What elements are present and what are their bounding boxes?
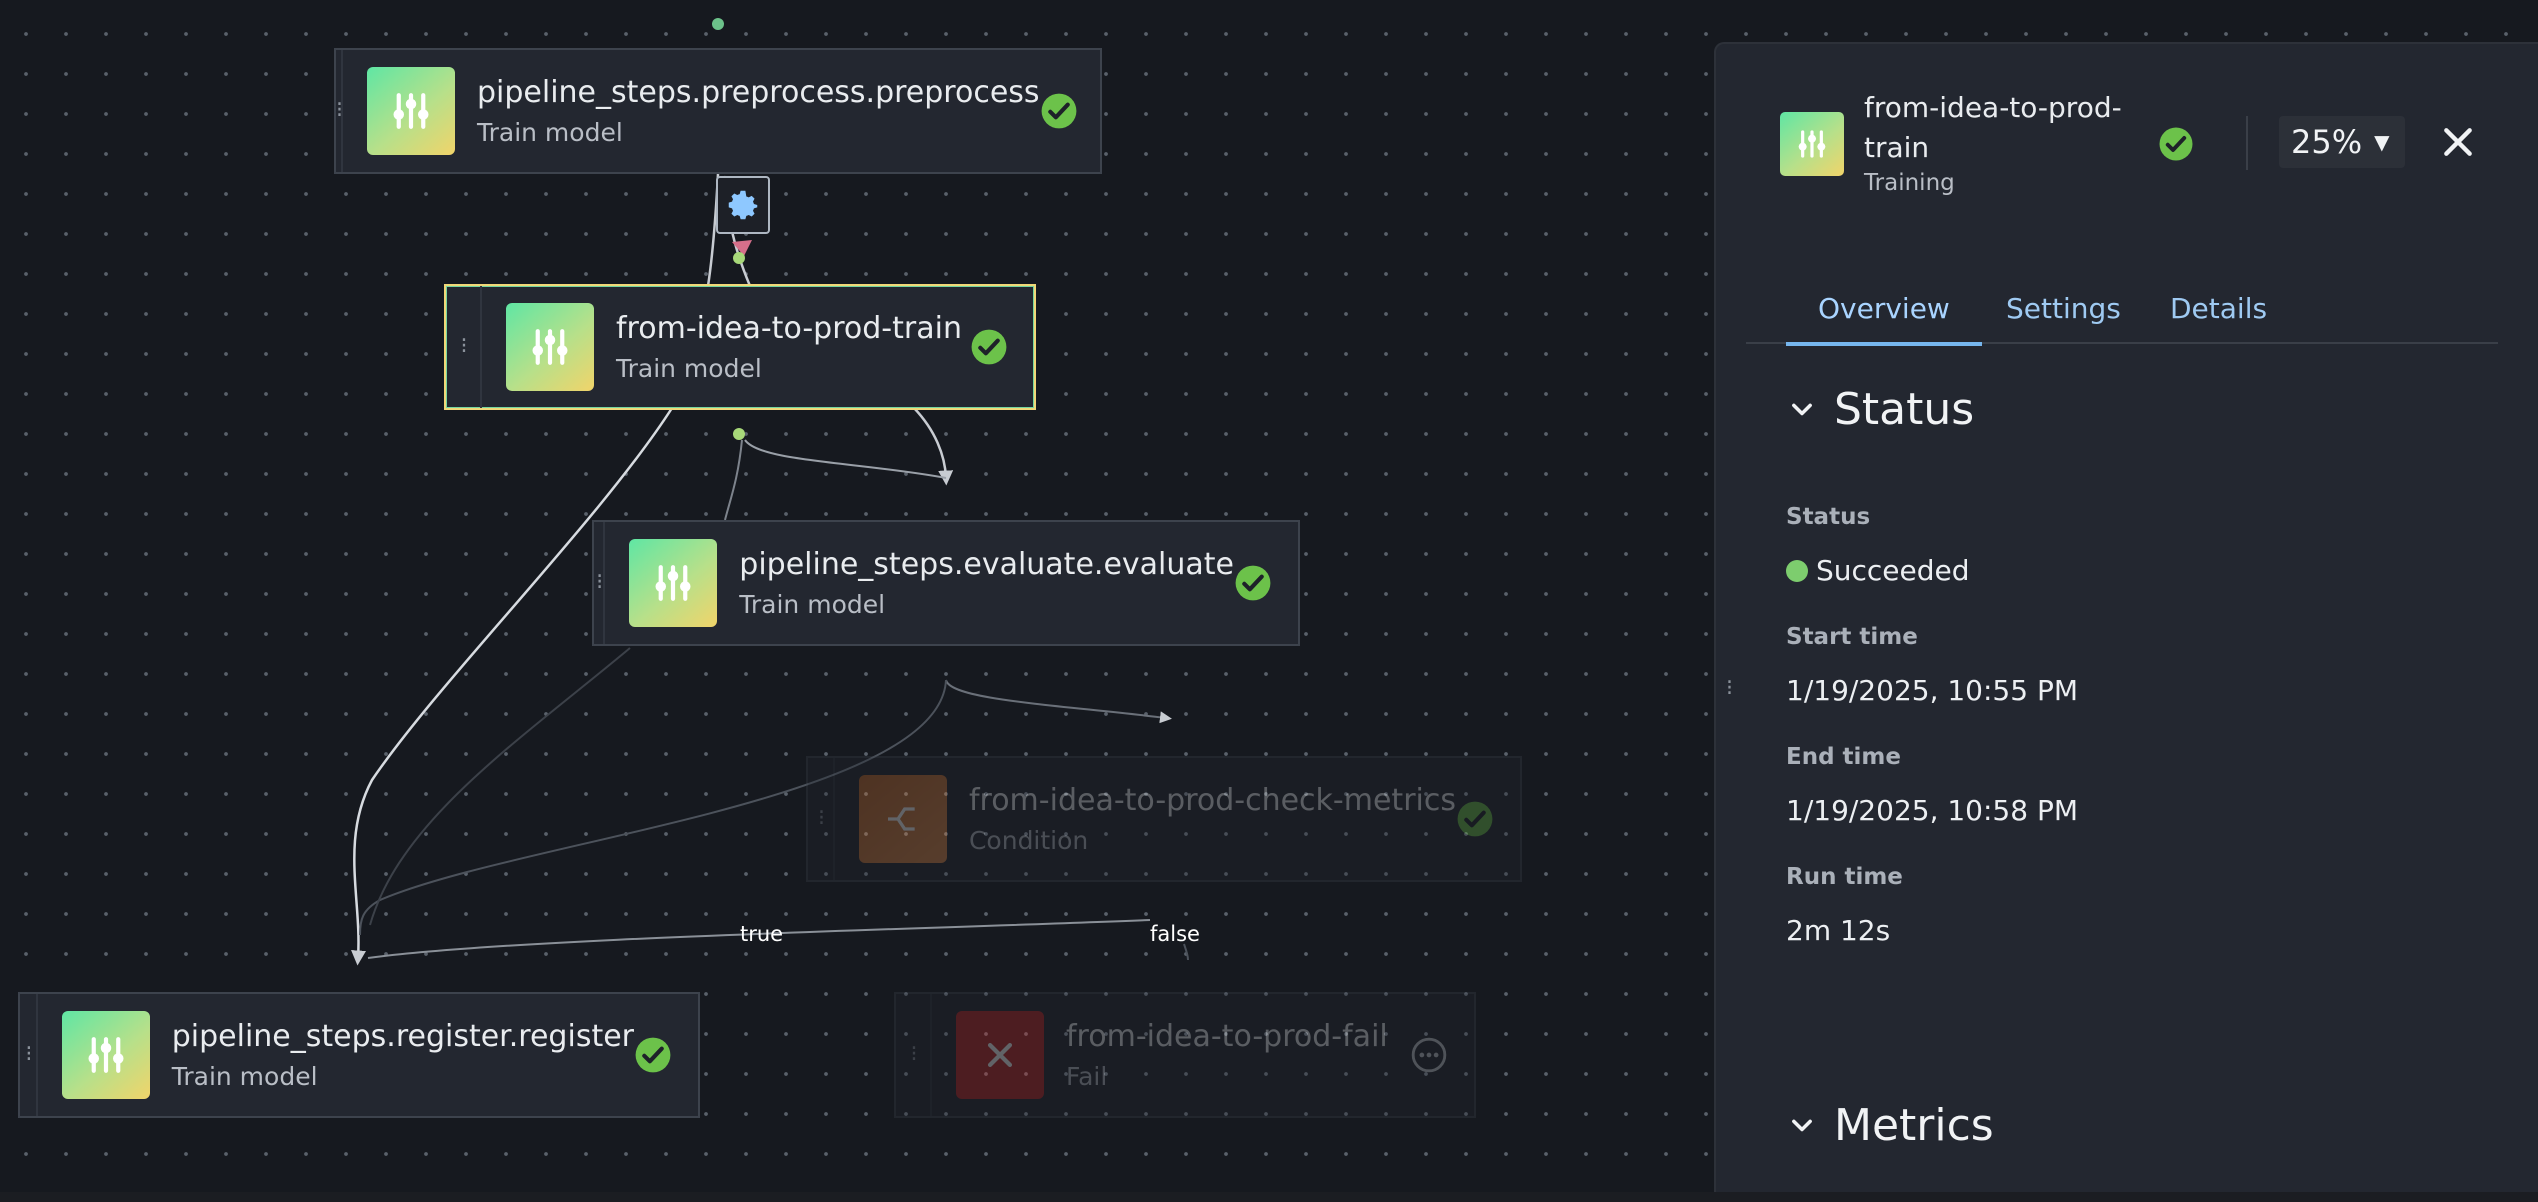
close-icon[interactable]: [2438, 122, 2478, 162]
drag-handle[interactable]: ⁝: [808, 758, 835, 880]
sliders-icon: [1780, 112, 1844, 176]
panel-tabs: Overview Settings Details: [1746, 264, 2498, 346]
panel-title: from-idea-to-prod-train: [1864, 91, 2122, 164]
pipeline-step-node[interactable]: ⁝ pipeline_steps.evaluate.evaluate Train…: [592, 520, 1300, 646]
chevron-down-icon: [1792, 403, 1812, 415]
zoom-select[interactable]: 25% ▼: [2279, 116, 2405, 168]
check-circle-icon: [1235, 565, 1271, 601]
panel-resize-handle[interactable]: ⁝: [1726, 678, 1733, 700]
metrics-section-heading: Metrics: [1834, 1100, 1994, 1151]
edge-handle-gear: [733, 252, 745, 264]
sliders-icon: [629, 539, 718, 627]
status-section-toggle[interactable]: Status: [1788, 384, 1974, 435]
check-circle-icon: [2159, 127, 2193, 161]
tab-details[interactable]: Details: [2170, 264, 2267, 344]
chevron-down-icon: [1792, 1119, 1812, 1131]
drag-handle[interactable]: ⁝: [896, 994, 932, 1116]
edge-train-evaluate-2: [744, 439, 947, 479]
status-text: Succeeded: [1816, 554, 1970, 587]
step-details-panel: ⁝ from-idea-to-prod-train Training 25% ▼…: [1714, 42, 2538, 1192]
step-title: from-idea-to-prod-train: [616, 311, 962, 346]
end-time-value: 1/19/2025, 10:58 PM: [1786, 794, 2079, 827]
step-type: Condition: [968, 826, 1089, 855]
step-title: pipeline_steps.evaluate.evaluate: [739, 547, 1234, 582]
edge-evaluate-register-2: [369, 647, 631, 926]
edge-train-register: [351, 407, 674, 966]
drag-handle[interactable]: ⁝: [336, 50, 343, 172]
step-title: pipeline_steps.register.register: [171, 1019, 634, 1054]
step-title: from-idea-to-prod-check-metrics: [968, 783, 1456, 818]
step-type: Train model: [171, 1062, 318, 1091]
sliders-icon: [506, 303, 594, 391]
step-title: from-idea-to-prod-fail: [1066, 1019, 1388, 1054]
horizontal-scrollbar[interactable]: [0, 1192, 2538, 1202]
run-time-value: 2m 12s: [1786, 914, 1891, 947]
edge-check-fail-false: [1183, 943, 1189, 961]
step-type: Fail: [1066, 1062, 1108, 1091]
drag-handle[interactable]: ⁝: [20, 994, 38, 1116]
sliders-icon: [61, 1011, 150, 1099]
check-circle-icon: [971, 329, 1007, 365]
start-time-label: Start time: [1786, 624, 1918, 650]
edge-train-evaluate-3: [724, 439, 743, 521]
x-icon: [956, 1011, 1044, 1099]
status-label: Status: [1786, 504, 1871, 530]
step-type: Train model: [616, 354, 762, 383]
step-title: pipeline_steps.preprocess.preprocess: [477, 75, 1040, 110]
edge-handle-train: [733, 428, 745, 440]
check-circle-icon: [635, 1037, 671, 1073]
edge-arrow-small: [732, 240, 752, 256]
pipeline-canvas[interactable]: ⁝ pipeline_steps.preprocess.preprocess T…: [0, 0, 1714, 1192]
header-divider: [2246, 116, 2248, 170]
panel-subtitle: Training: [1864, 170, 1955, 196]
pipeline-step-node-selected[interactable]: ⁝ from-idea-to-prod-train Train model: [444, 284, 1036, 410]
pipeline-step-node[interactable]: ⁝ pipeline_steps.register.register Train…: [18, 992, 700, 1118]
gear-icon: [728, 190, 758, 220]
more-circle-icon: [1411, 1037, 1447, 1073]
run-time-label: Run time: [1786, 864, 1903, 890]
check-circle-icon: [1457, 801, 1493, 837]
step-type: Train model: [739, 590, 886, 619]
edge-label-true: true: [740, 922, 784, 946]
tab-settings[interactable]: Settings: [2006, 264, 2121, 344]
start-time-value: 1/19/2025, 10:55 PM: [1786, 674, 2079, 707]
step-settings-button[interactable]: [716, 176, 770, 234]
end-time-label: End time: [1786, 744, 1901, 770]
status-value: Succeeded: [1786, 554, 1970, 587]
edge-train-evaluate: [913, 407, 954, 486]
drag-handle[interactable]: ⁝: [446, 286, 482, 408]
pipeline-condition-node[interactable]: ⁝ from-idea-to-prod-check-metrics Condit…: [806, 756, 1522, 882]
tab-overview[interactable]: Overview: [1786, 264, 1982, 346]
drag-handle[interactable]: ⁝: [594, 522, 606, 644]
metrics-section-toggle[interactable]: Metrics: [1788, 1100, 1994, 1151]
status-section-heading: Status: [1834, 384, 1975, 435]
pipeline-step-node[interactable]: ⁝ pipeline_steps.preprocess.preprocess T…: [334, 48, 1102, 174]
condition-icon: [858, 775, 947, 863]
check-circle-icon: [1041, 93, 1076, 129]
step-type: Train model: [477, 118, 623, 147]
zoom-value: 25%: [2291, 123, 2363, 161]
edge-handle-top: [712, 18, 724, 30]
status-dot-icon: [1786, 559, 1808, 582]
edge-label-false: false: [1150, 922, 1200, 946]
sliders-icon: [367, 67, 455, 155]
pipeline-fail-node[interactable]: ⁝ from-idea-to-prod-fail Fail: [894, 992, 1476, 1118]
caret-down-icon: ▼: [2374, 130, 2390, 154]
edge-evaluate-check: [945, 679, 1172, 724]
